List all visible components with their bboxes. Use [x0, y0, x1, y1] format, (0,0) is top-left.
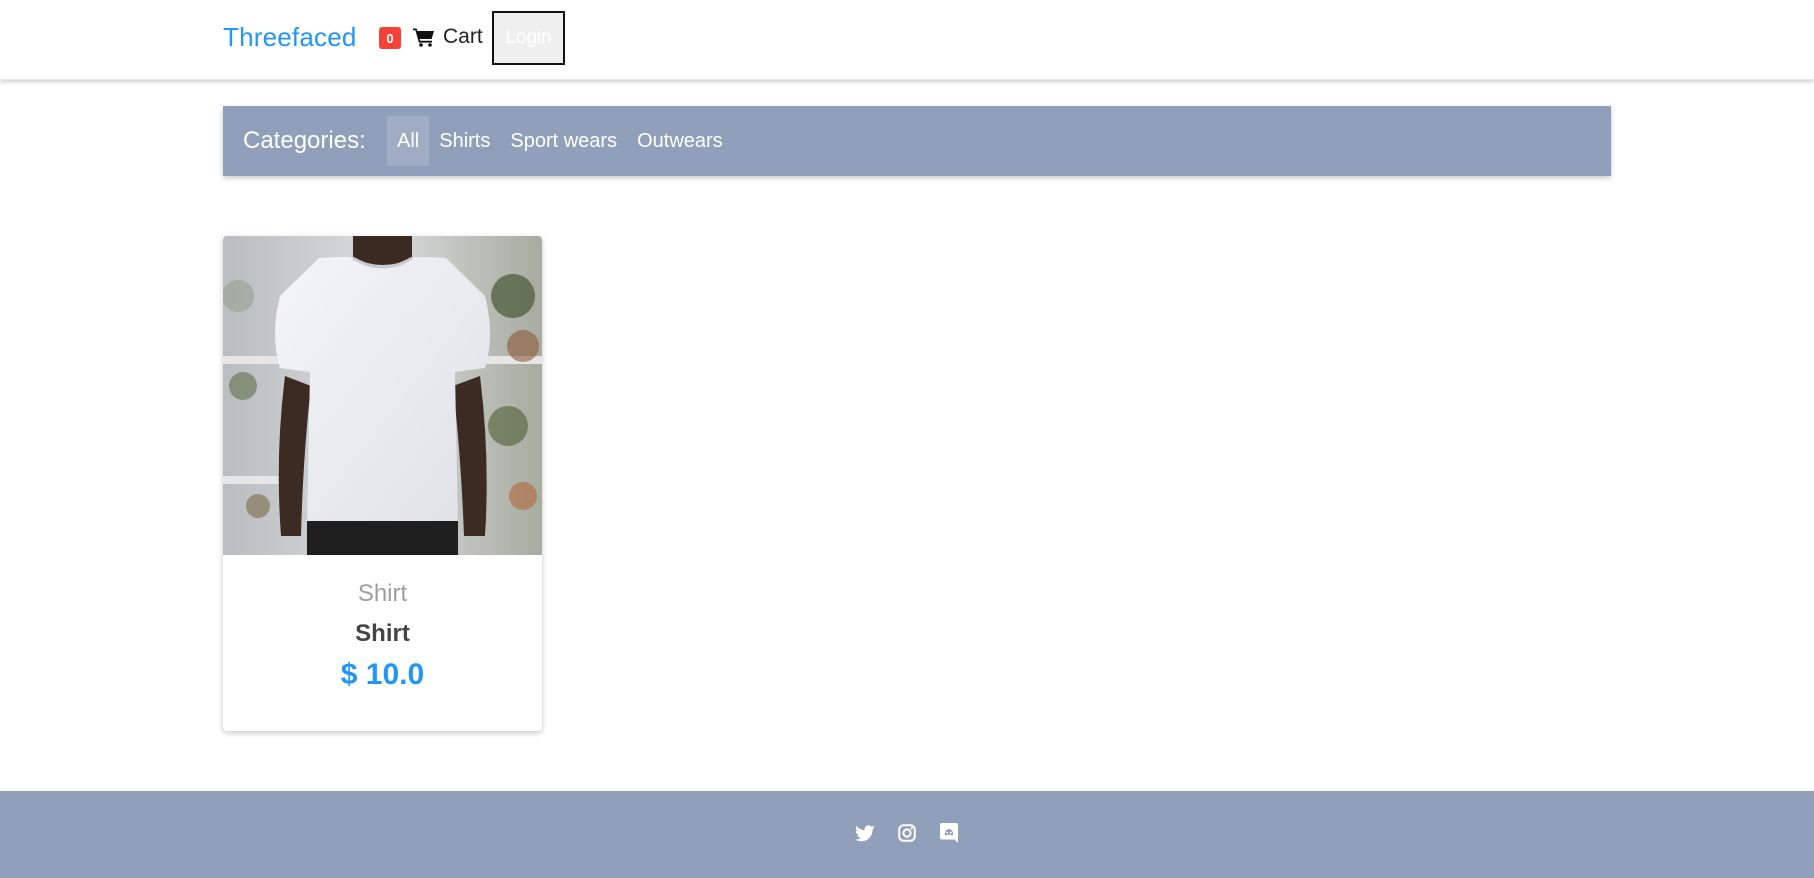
cart-label: Cart [443, 25, 483, 48]
product-price: $ 10.0 [340, 658, 425, 691]
category-item-shirts[interactable]: Shirts [429, 116, 500, 166]
category-item-outwears[interactable]: Outwears [627, 116, 733, 166]
categories-title: Categories: [243, 127, 366, 154]
categories-bar: Categories: All Shirts Sport wears Outwe… [223, 106, 1611, 176]
product-name: Shirt [355, 620, 410, 647]
category-item-all[interactable]: All [387, 116, 430, 166]
instagram-icon[interactable] [897, 823, 917, 843]
twitter-icon[interactable] [855, 823, 875, 843]
shopping-cart-icon [413, 27, 435, 47]
category-list: All Shirts Sport wears Outwears [387, 116, 733, 166]
cart-count-badge: 0 [379, 27, 401, 49]
discord-icon[interactable] [939, 823, 959, 843]
product-category: Shirt [357, 580, 408, 607]
product-card[interactable]: Shirt Shirt $ 10.0 [223, 236, 542, 731]
brand-logo-link[interactable]: Threefaced [223, 22, 357, 53]
product-image[interactable] [223, 236, 542, 555]
social-links [855, 823, 959, 843]
cart-link[interactable]: Cart [413, 23, 483, 51]
login-button[interactable]: Login [492, 11, 565, 65]
top-navbar: Threefaced 0 Cart Login [0, 0, 1814, 80]
category-item-sport-wears[interactable]: Sport wears [500, 116, 627, 166]
